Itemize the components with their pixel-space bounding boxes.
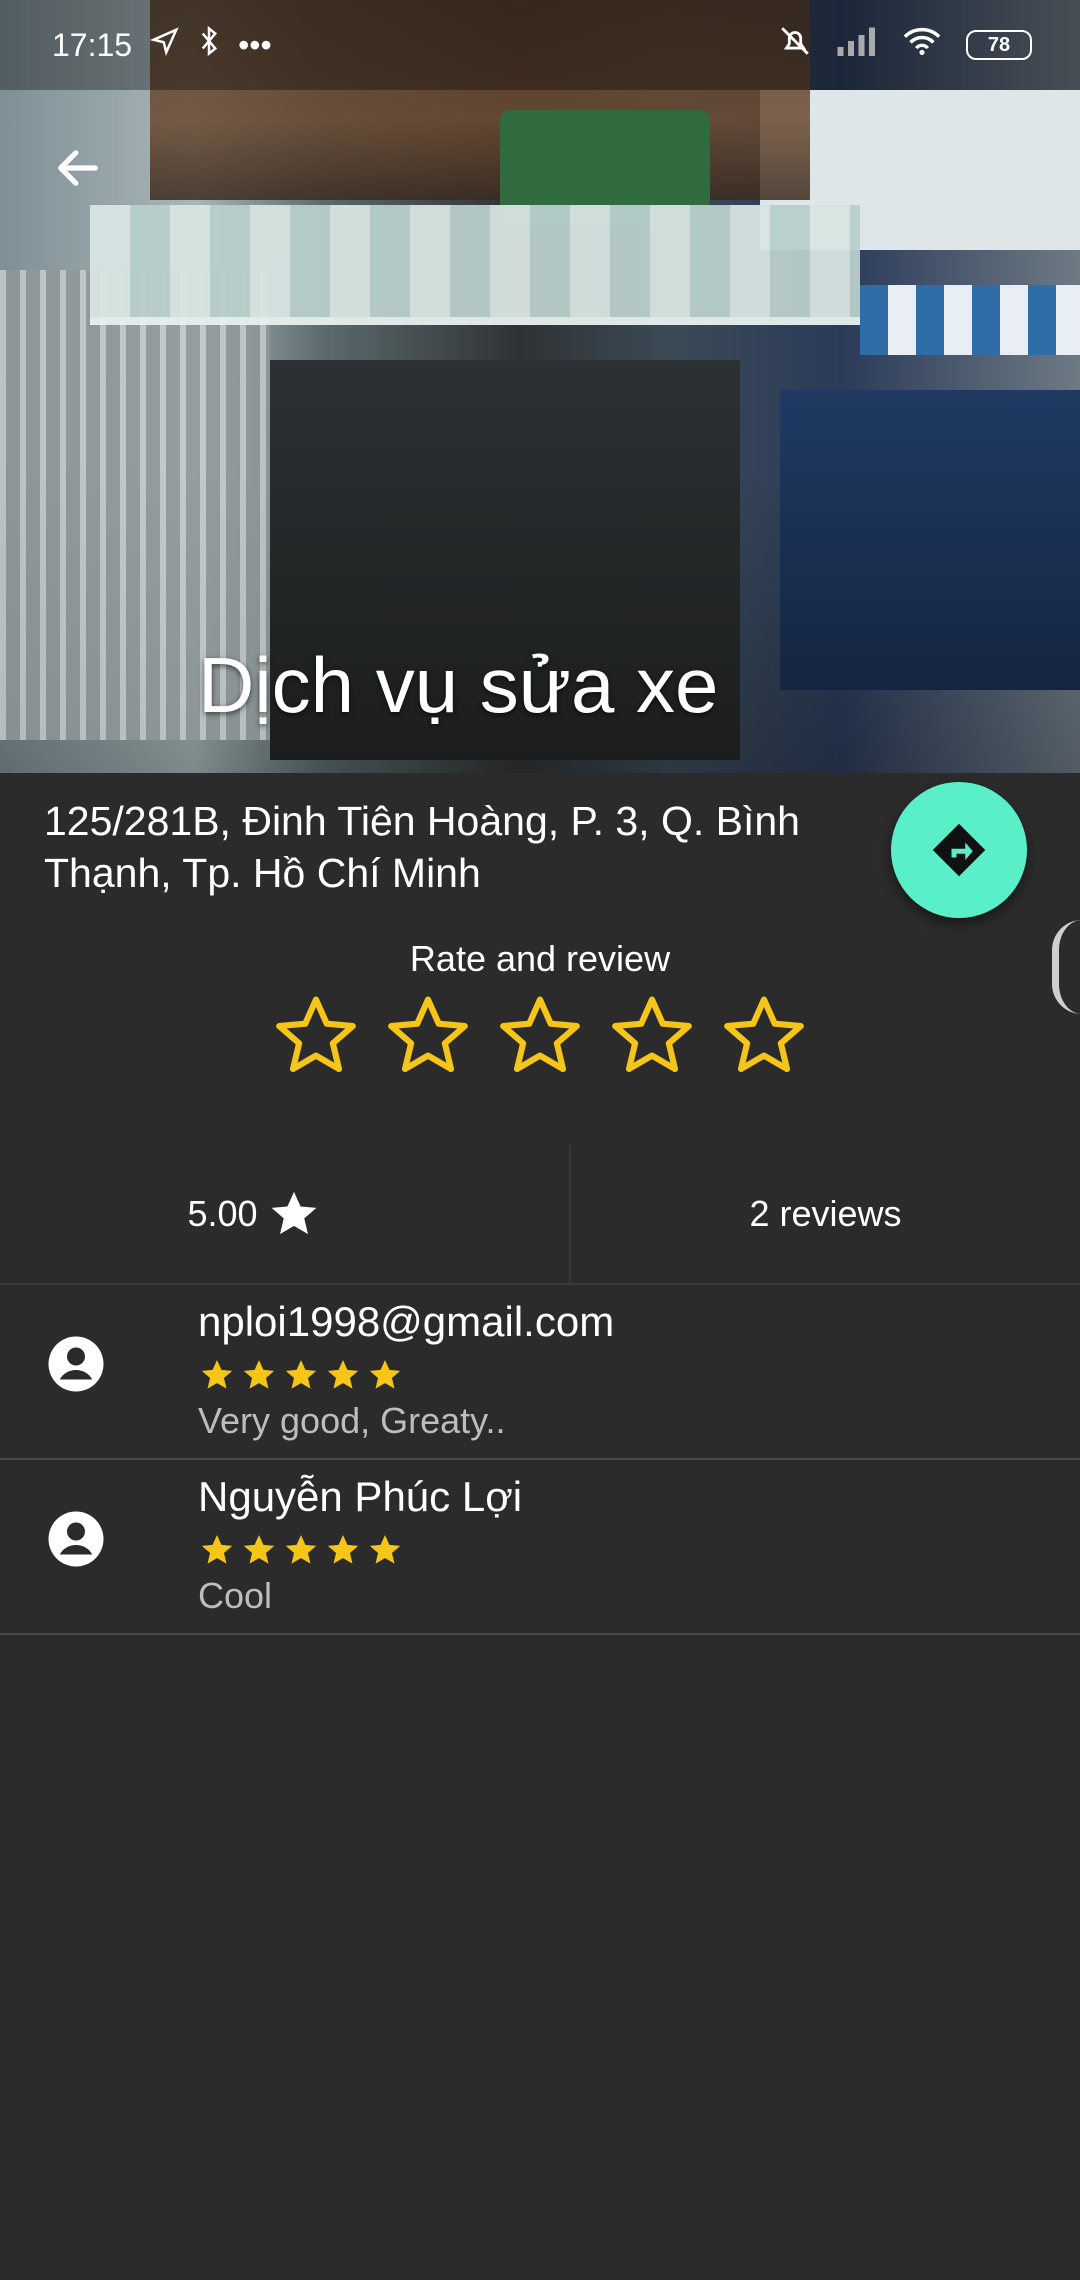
- star-icon: [201, 1359, 233, 1389]
- signal-icon: [836, 26, 878, 64]
- rate-star-5[interactable]: [718, 990, 810, 1082]
- place-address: 125/281B, Đinh Tiên Hoàng, P. 3, Q. Bình…: [44, 798, 800, 896]
- rate-and-review-label: Rate and review: [409, 938, 671, 979]
- star-icon: [201, 1534, 233, 1564]
- review-user: Nguyễn Phúc Lợi: [198, 1473, 523, 1520]
- back-button[interactable]: [40, 130, 116, 206]
- star-icon: [285, 1359, 317, 1389]
- review-rating-stars: [198, 1356, 404, 1394]
- arrow-left-icon: [58, 150, 98, 186]
- review-count-label: 2 reviews: [749, 1193, 902, 1234]
- place-title: Dịch vụ sửa xe: [198, 641, 719, 729]
- average-rating-value: 5.00: [187, 1193, 258, 1234]
- location-arrow-icon: [150, 26, 180, 64]
- rate-star-4[interactable]: [606, 990, 698, 1082]
- star-icon: [369, 1359, 401, 1389]
- rate-star-1[interactable]: [270, 990, 362, 1082]
- rate-star-3[interactable]: [494, 990, 586, 1082]
- more-dots: •••: [238, 26, 272, 63]
- status-bar: 17:15 ••• 78: [0, 0, 1080, 90]
- account-circle-icon: [48, 1336, 104, 1392]
- battery-icon: 78: [966, 30, 1032, 60]
- star-icon: [243, 1534, 275, 1564]
- bluetooth-icon: [198, 25, 220, 64]
- mute-bell-icon: [778, 24, 812, 66]
- review-item: nploi1998@gmail.com Very good, Greaty..: [0, 1286, 1080, 1460]
- review-comment: Cool: [198, 1575, 273, 1616]
- star-icon: [327, 1359, 359, 1389]
- star-icon: [243, 1359, 275, 1389]
- directions-icon: [932, 823, 986, 877]
- rating-summary: 5.00 2 reviews: [0, 1145, 1080, 1285]
- account-circle-icon: [48, 1511, 104, 1567]
- review-comment: Very good, Greaty..: [198, 1400, 506, 1441]
- rate-star-2[interactable]: [382, 990, 474, 1082]
- star-icon: [285, 1534, 317, 1564]
- review-count[interactable]: 2 reviews: [571, 1145, 1080, 1283]
- review-rating-stars: [198, 1531, 404, 1569]
- star-icon: [271, 1191, 316, 1235]
- battery-level: 78: [987, 33, 1011, 56]
- review-user: nploi1998@gmail.com: [198, 1298, 615, 1345]
- review-item: Nguyễn Phúc Lợi Cool: [0, 1461, 1080, 1635]
- rating-input[interactable]: [270, 990, 810, 1082]
- directions-button[interactable]: [891, 782, 1027, 918]
- star-icon: [369, 1534, 401, 1564]
- average-rating: 5.00: [0, 1145, 571, 1283]
- status-time: 17:15: [52, 26, 133, 63]
- wifi-icon: [902, 26, 942, 64]
- star-icon: [327, 1534, 359, 1564]
